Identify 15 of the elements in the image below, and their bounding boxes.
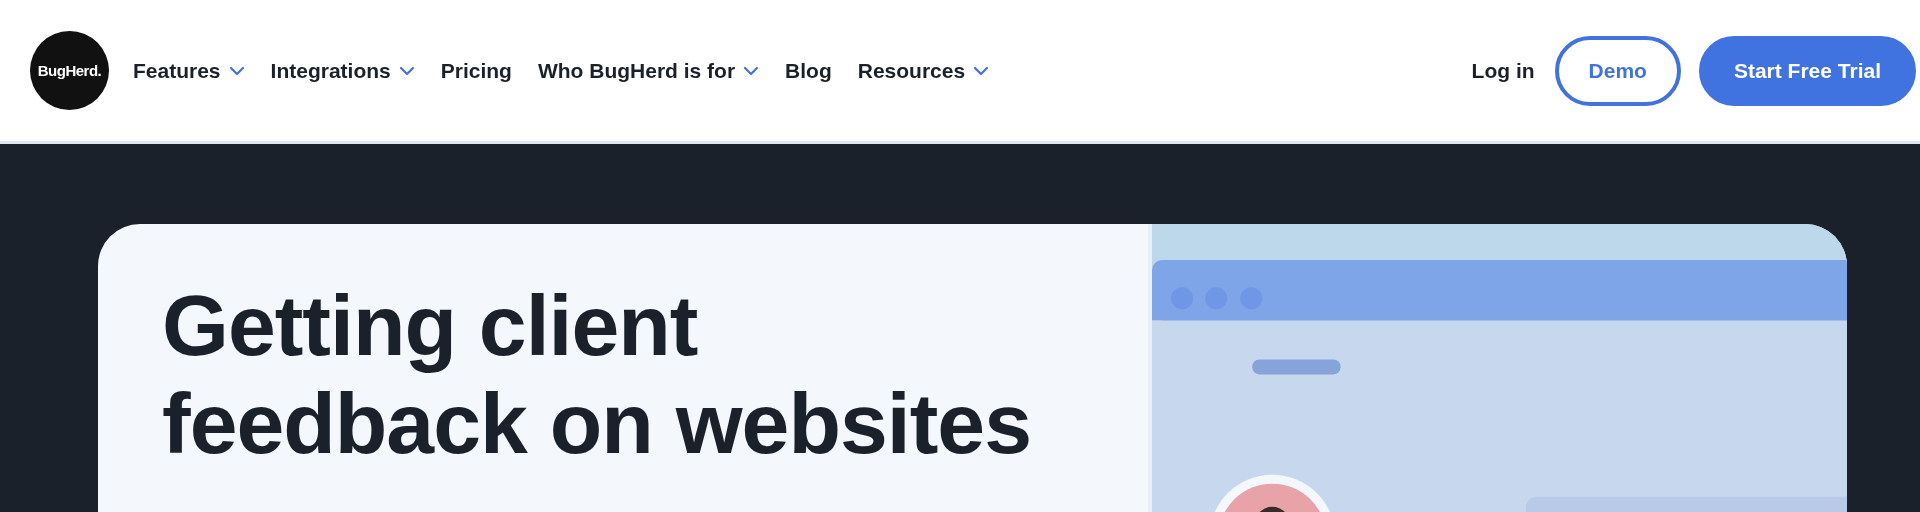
chevron-down-icon bbox=[228, 65, 245, 76]
chevron-down-icon bbox=[743, 65, 760, 76]
hero-heading: Getting client feedback on websites bbox=[162, 276, 1032, 472]
nav-link[interactable]: Blog bbox=[785, 58, 832, 83]
nav-link[interactable]: Integrations bbox=[270, 58, 415, 83]
login-link[interactable]: Log in bbox=[1471, 58, 1535, 83]
chevron-down-icon bbox=[973, 65, 990, 76]
nav-link[interactable]: Resources bbox=[857, 58, 990, 83]
logo[interactable]: BugHerd. bbox=[30, 31, 109, 110]
demo-button[interactable]: Demo bbox=[1554, 35, 1681, 106]
trial-button[interactable]: Start Free Trial bbox=[1698, 35, 1916, 106]
nav-link[interactable]: Pricing bbox=[440, 58, 512, 83]
nav-link[interactable]: Who BugHerd is for bbox=[537, 58, 760, 83]
chevron-down-icon bbox=[398, 65, 415, 76]
nav-link[interactable]: Features bbox=[133, 58, 245, 83]
